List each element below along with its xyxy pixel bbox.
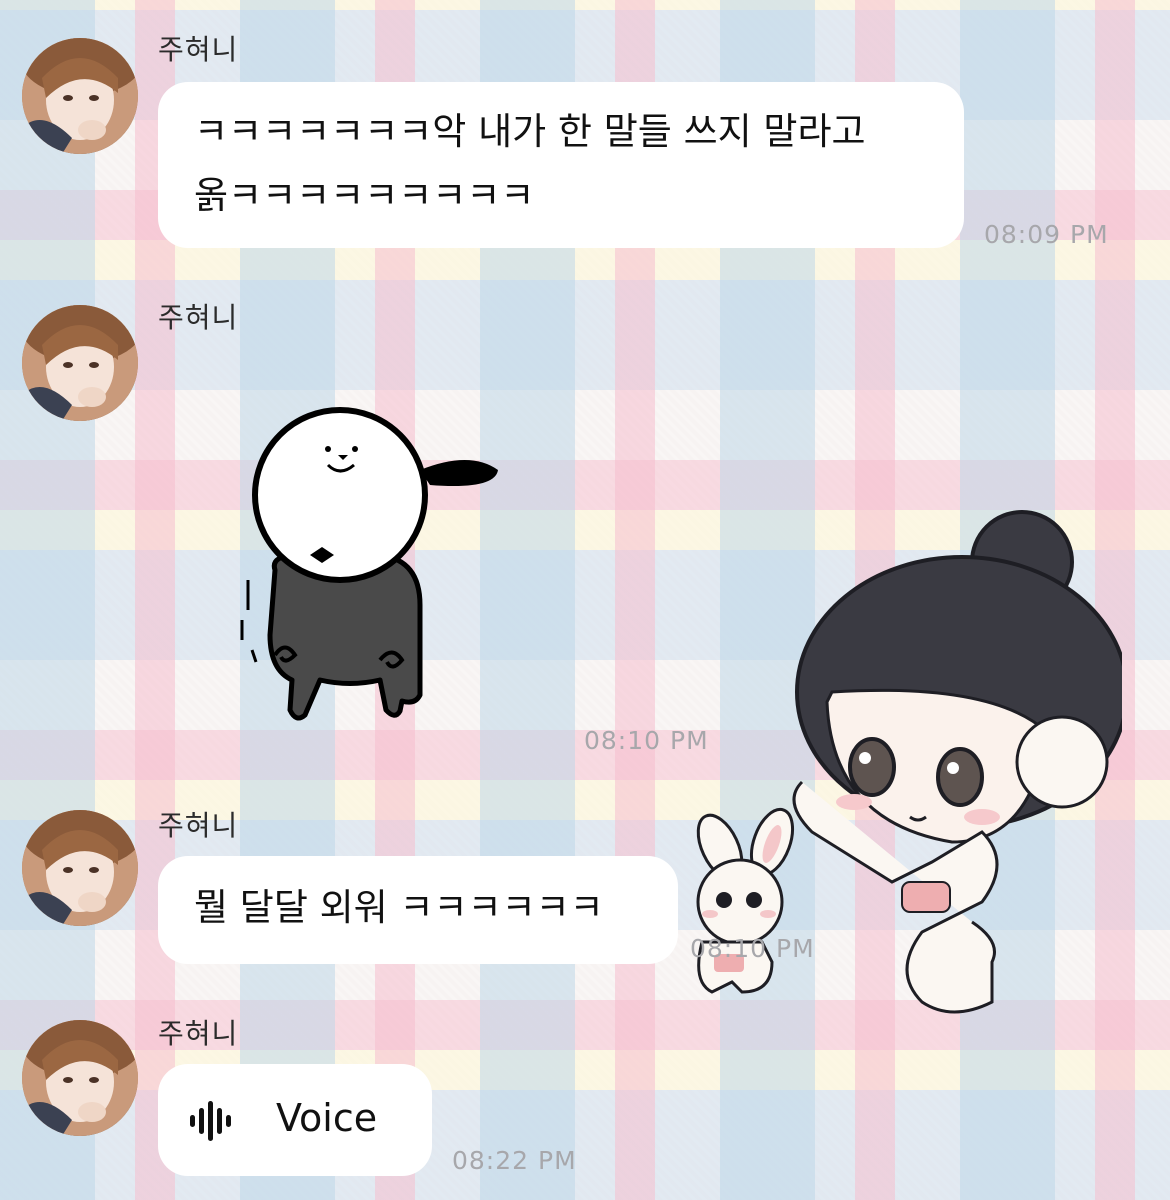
message-timestamp: 08:10 PM — [690, 934, 815, 963]
message-text: 뭘 달달 외워 ㅋㅋㅋㅋㅋㅋ — [194, 886, 604, 929]
message-timestamp: 08:09 PM — [984, 220, 1109, 249]
avatar[interactable] — [22, 1020, 138, 1136]
message-text: ㅋㅋㅋㅋㅋㅋㅋ악 내가 한 말들 쓰지 말라고 — [194, 110, 866, 153]
white-dog-sticker[interactable] — [230, 405, 520, 735]
sender-name: 주혀니 — [158, 301, 239, 334]
avatar[interactable] — [22, 305, 138, 421]
voice-label: Voice — [276, 1096, 378, 1140]
voice-waveform-icon — [190, 1101, 231, 1141]
voice-message-bubble[interactable]: Voice — [158, 1064, 432, 1176]
message-text: 옭ㅋㅋㅋㅋㅋㅋㅋㅋㅋ — [194, 174, 535, 217]
message-bubble[interactable]: 뭘 달달 외워 ㅋㅋㅋㅋㅋㅋ — [158, 856, 678, 964]
message-timestamp: 08:22 PM — [452, 1146, 577, 1175]
message-bubble[interactable]: ㅋㅋㅋㅋㅋㅋㅋ악 내가 한 말들 쓰지 말라고 옭ㅋㅋㅋㅋㅋㅋㅋㅋㅋ — [158, 82, 964, 248]
avatar[interactable] — [22, 810, 138, 926]
sender-name: 주혀니 — [158, 809, 239, 842]
sender-name: 주혀니 — [158, 33, 239, 66]
sender-name: 주혀니 — [158, 1017, 239, 1050]
avatar[interactable] — [22, 38, 138, 154]
